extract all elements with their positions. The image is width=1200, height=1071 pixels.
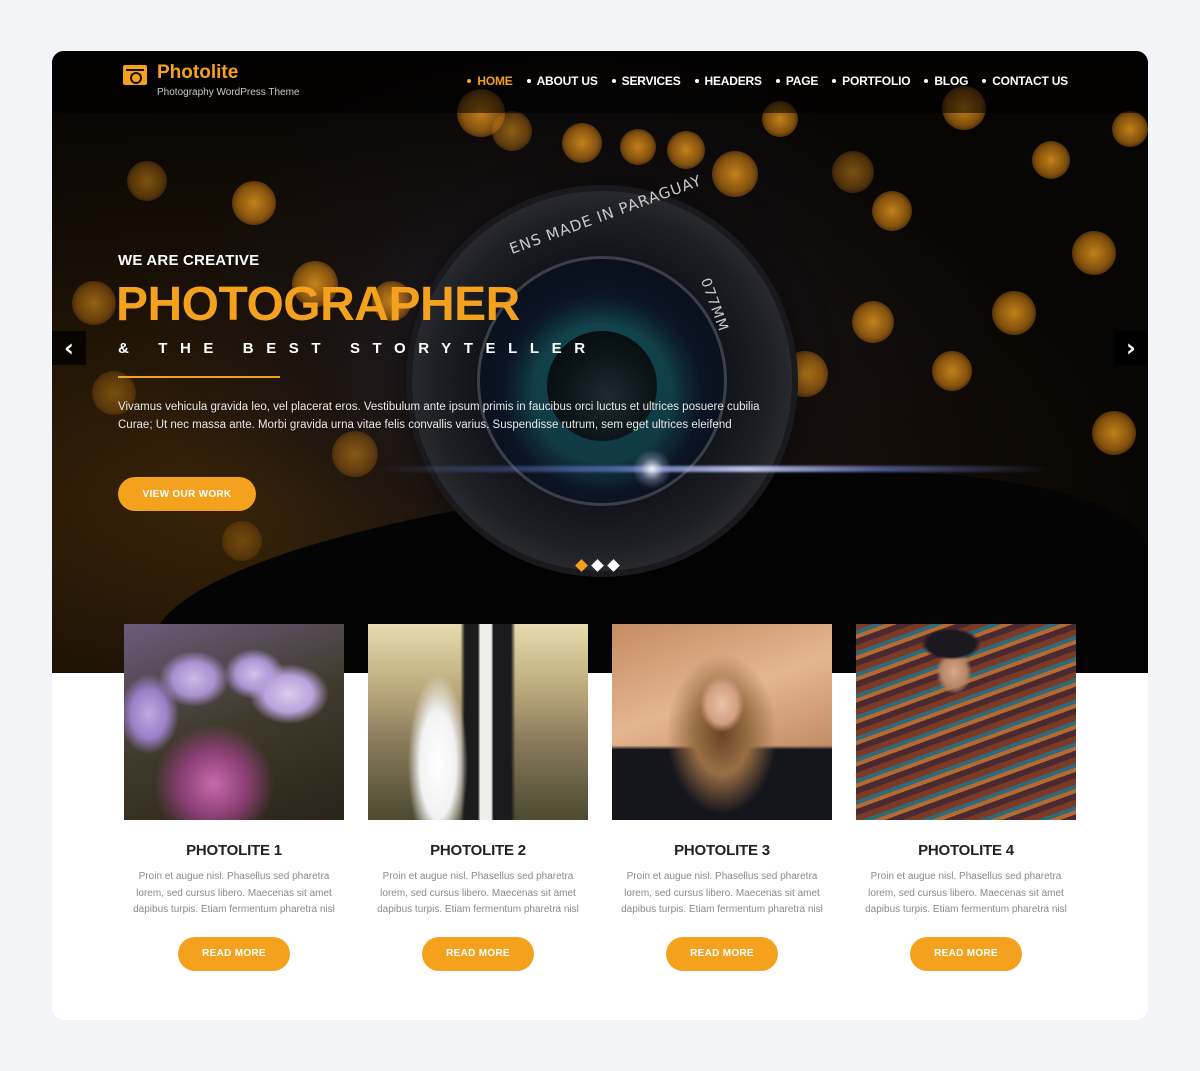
nav-item-headers[interactable]: HEADERS xyxy=(694,74,762,88)
nav-item-page[interactable]: PAGE xyxy=(775,74,819,88)
site-title: Photolite xyxy=(157,62,239,83)
camera-icon xyxy=(123,65,147,85)
nav-label: SERVICES xyxy=(621,74,681,88)
card-description: Proin et augue nisl. Phasellus sed phare… xyxy=(621,871,823,915)
hero-tagline: & THE BEST STORYTELLER xyxy=(118,340,598,357)
lens-flare xyxy=(372,466,1052,472)
bokeh-light xyxy=(232,181,276,225)
bokeh-light xyxy=(222,521,262,561)
bullet-icon xyxy=(611,79,616,83)
slide-dot-1[interactable] xyxy=(575,559,588,572)
bokeh-light xyxy=(1072,231,1116,275)
read-more-button[interactable]: READ MORE xyxy=(178,936,290,971)
bullet-icon xyxy=(832,79,837,83)
nav-label: CONTACT US xyxy=(992,74,1068,88)
lens-flare-glow xyxy=(632,449,672,489)
wedding-couple-photo[interactable] xyxy=(368,624,588,820)
bokeh-light xyxy=(872,191,912,231)
site-header: Photolite Photography WordPress Theme HO… xyxy=(52,51,1148,113)
bokeh-light xyxy=(562,123,602,163)
card-photolite-4: PHOTOLITE 4 Proin et augue nisl. Phasell… xyxy=(856,624,1076,971)
bokeh-light xyxy=(992,291,1036,335)
site-logo[interactable]: Photolite Photography WordPress Theme xyxy=(123,63,299,100)
nav-item-portfolio[interactable]: PORTFOLIO xyxy=(832,74,911,88)
nav-label: PAGE xyxy=(785,74,819,88)
bokeh-light xyxy=(1112,111,1148,147)
hero-kicker: WE ARE CREATIVE xyxy=(118,252,260,269)
hero-description: Vivamus vehicula gravida leo, vel placer… xyxy=(118,401,760,431)
hero-slider: ENS MADE IN PARAGUAY 077MM Photolite Pho… xyxy=(52,51,1148,673)
card-description: Proin et augue nisl. Phasellus sed phare… xyxy=(377,871,579,915)
bokeh-light xyxy=(1092,411,1136,455)
card-title: PHOTOLITE 2 xyxy=(430,842,526,859)
card-photolite-1: PHOTOLITE 1 Proin et augue nisl. Phasell… xyxy=(124,624,344,971)
slider-pagination xyxy=(575,559,620,572)
card-description: Proin et augue nisl. Phasellus sed phare… xyxy=(865,871,1067,915)
slider-prev-button[interactable]: ‹ xyxy=(52,331,86,365)
bokeh-light xyxy=(620,129,656,165)
nav-item-about-us[interactable]: ABOUT US xyxy=(526,74,598,88)
nav-item-services[interactable]: SERVICES xyxy=(611,74,681,88)
page-frame: ENS MADE IN PARAGUAY 077MM Photolite Pho… xyxy=(52,51,1148,1020)
bokeh-light xyxy=(492,111,532,151)
hero-divider xyxy=(118,376,280,378)
main-nav: HOME ABOUT US SERVICES HEADERS PAGE PORT… xyxy=(467,74,1068,88)
nav-label: ABOUT US xyxy=(536,74,598,88)
card-photolite-2: PHOTOLITE 2 Proin et augue nisl. Phasell… xyxy=(368,624,588,971)
card-title: PHOTOLITE 3 xyxy=(674,842,770,859)
woman-hat-fashion-photo[interactable] xyxy=(856,624,1076,820)
nav-label: PORTFOLIO xyxy=(842,74,911,88)
woman-portrait-photo[interactable] xyxy=(612,624,832,820)
card-title: PHOTOLITE 1 xyxy=(186,842,282,859)
bullet-icon xyxy=(775,79,780,83)
bokeh-light xyxy=(832,151,874,193)
slide-dot-3[interactable] xyxy=(607,559,620,572)
bokeh-light xyxy=(852,301,894,343)
nav-label: BLOG xyxy=(934,74,969,88)
bokeh-light xyxy=(712,151,758,197)
view-our-work-button[interactable]: VIEW OUR WORK xyxy=(118,477,256,511)
nav-item-contact-us[interactable]: CONTACT US xyxy=(982,74,1068,88)
nav-item-home[interactable]: HOME xyxy=(467,74,513,88)
card-title: PHOTOLITE 4 xyxy=(918,842,1014,859)
bokeh-light xyxy=(1032,141,1070,179)
bullet-icon xyxy=(526,79,531,83)
nav-item-blog[interactable]: BLOG xyxy=(924,74,968,88)
read-more-button[interactable]: READ MORE xyxy=(666,936,778,971)
bokeh-light xyxy=(932,351,972,391)
chevron-left-icon: ‹ xyxy=(64,334,74,362)
bullet-icon xyxy=(924,79,929,83)
bullet-icon xyxy=(467,79,472,83)
slide-dot-2[interactable] xyxy=(591,559,604,572)
nav-label: HOME xyxy=(477,74,513,88)
bokeh-light xyxy=(127,161,167,201)
bullet-icon xyxy=(982,79,987,83)
hero-title: PHOTOGRAPHER xyxy=(116,278,520,331)
purple-flowers-photo[interactable] xyxy=(124,624,344,820)
slider-next-button[interactable]: › xyxy=(1114,331,1148,365)
card-description: Proin et augue nisl. Phasellus sed phare… xyxy=(133,871,335,915)
bokeh-light xyxy=(72,281,116,325)
card-photolite-3: PHOTOLITE 3 Proin et augue nisl. Phasell… xyxy=(612,624,832,971)
nav-label: HEADERS xyxy=(704,74,762,88)
bullet-icon xyxy=(694,79,699,83)
read-more-button[interactable]: READ MORE xyxy=(422,936,534,971)
chevron-right-icon: › xyxy=(1126,334,1136,362)
featured-cards: PHOTOLITE 1 Proin et augue nisl. Phasell… xyxy=(124,624,1076,971)
site-tagline: Photography WordPress Theme xyxy=(157,87,300,98)
read-more-button[interactable]: READ MORE xyxy=(910,936,1022,971)
bokeh-light xyxy=(667,131,705,169)
